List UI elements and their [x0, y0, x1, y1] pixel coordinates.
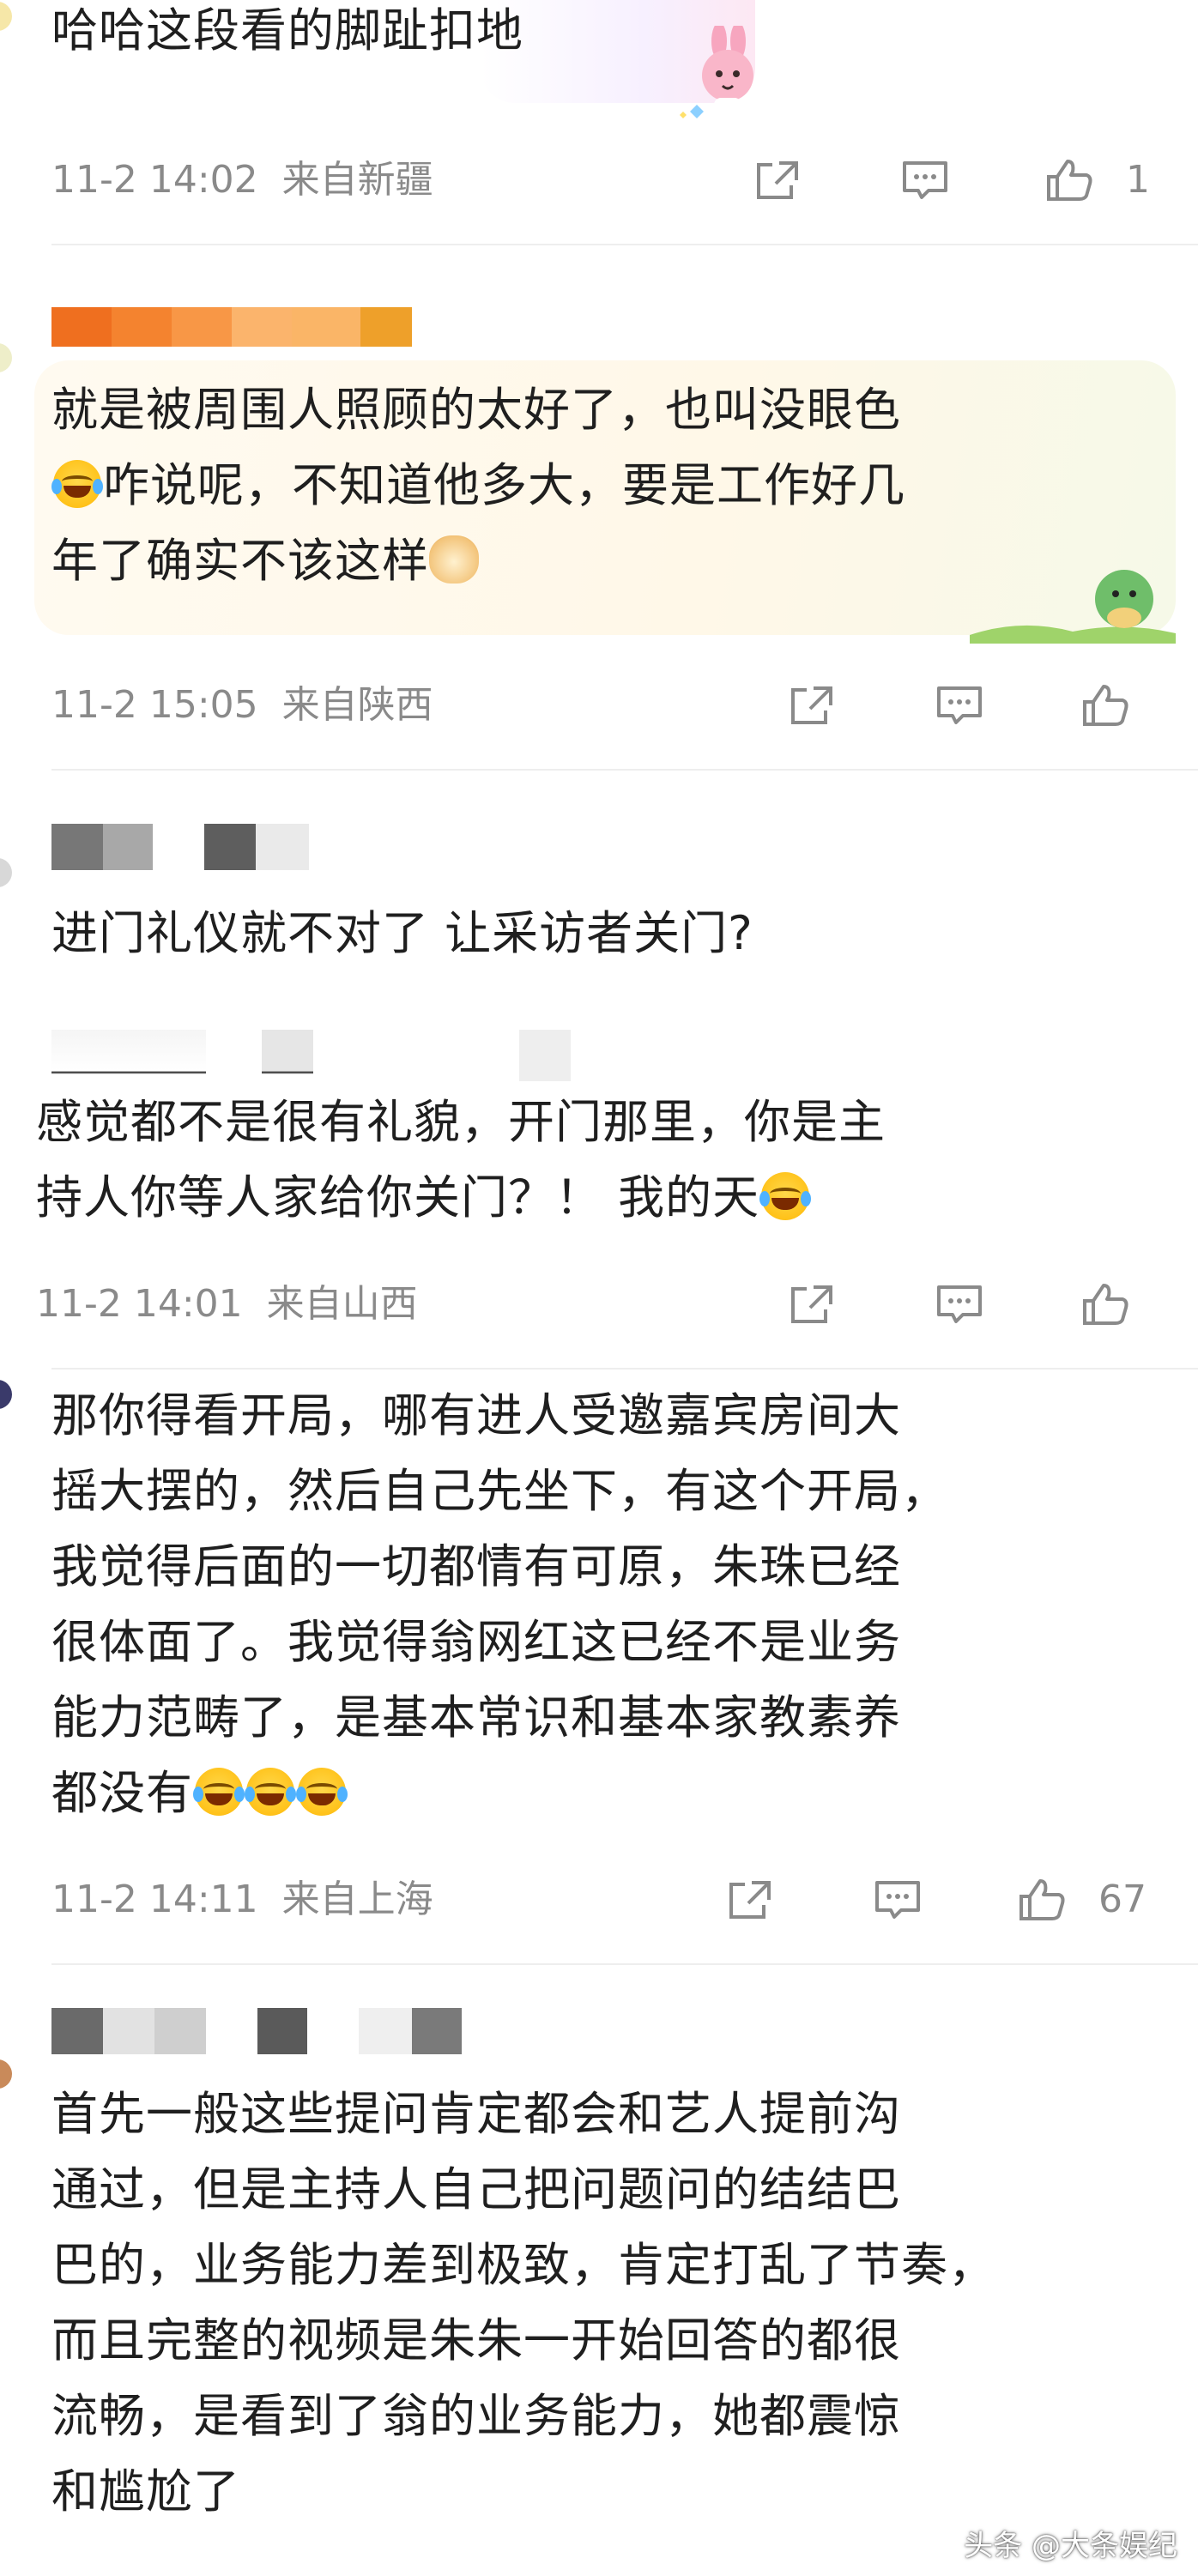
avatar[interactable] [0, 1380, 12, 1409]
comment-meta: 11-2 15:05 来自陕西 [51, 680, 1159, 731]
like-count: 1 [1126, 158, 1150, 202]
reply-username-redacted [51, 1030, 635, 1081]
comment-meta: 11-2 14:11 来自上海 67 [51, 1874, 1159, 1926]
like-icon[interactable] [1018, 1878, 1066, 1922]
comment-icon[interactable] [935, 1282, 983, 1327]
laugh-cry-emoji-icon [296, 1768, 348, 1816]
comment-text: 那你得看开局，哪有进人受邀嘉宾房间大 摇大摆的，然后自己先坐下，有这个开局， 我… [51, 1378, 1159, 1831]
comment-icon[interactable] [901, 158, 949, 203]
share-icon[interactable] [788, 683, 836, 728]
share-icon[interactable] [753, 158, 802, 203]
comment-meta: 11-2 14:02 来自新疆 1 [51, 154, 1159, 206]
laugh-cry-emoji-icon [759, 1172, 812, 1220]
like-icon[interactable] [1045, 158, 1093, 203]
comment-text-line: 流畅，是看到了翁的业务能力，她都震惊 [51, 2389, 901, 2443]
comment-text-line: 通过，但是主持人自己把问题问的结结巴 [51, 2162, 901, 2216]
comment-location: 来自山西 [266, 1282, 418, 1326]
divider [51, 769, 1198, 771]
comment-text: 哈哈这段看的脚趾扣地 [51, 3, 523, 57]
comment-text-line: 能力范畴了，是基本常识和基本家教素养 [51, 1690, 901, 1745]
doge-emoji-icon [429, 535, 479, 584]
avatar[interactable] [0, 343, 12, 372]
laugh-cry-emoji-icon [245, 1768, 296, 1816]
comment-text-line: 我觉得后面的一切都情有可原，朱珠已经 [51, 1539, 901, 1593]
comment-text: 进门礼仪就不对了 让采访者关门? [51, 906, 753, 960]
laugh-cry-emoji-icon [193, 1768, 245, 1816]
comment-location: 来自陕西 [281, 683, 433, 727]
avatar[interactable] [0, 2059, 12, 2089]
comment-text-line: 就是被周围人照顾的太好了，也叫没眼色 [51, 383, 901, 437]
like-count: 67 [1098, 1878, 1147, 1921]
comment-text-line: 咋说呢，不知道他多大，要是工作好几 [51, 448, 1159, 523]
reply-text: 感觉都不是很有礼貌，开门那里，你是主 持人你等人家给你关门？！ 我的天 [36, 1085, 1143, 1236]
username-redacted [51, 824, 309, 870]
comment-icon[interactable] [935, 683, 983, 728]
comment-text-line: 摇大摆的，然后自己先坐下，有这个开局， [51, 1464, 948, 1518]
comment-text-line: 年了确实不该这样 [51, 523, 1159, 599]
share-icon[interactable] [788, 1282, 836, 1327]
comment-icon[interactable] [874, 1878, 922, 1922]
reply-text-line: 持人你等人家给你关门？！ 我的天 [36, 1160, 1143, 1236]
comment-time: 11-2 14:02 来自新疆 [51, 158, 433, 202]
comment-location: 来自上海 [281, 1878, 433, 1921]
comment-text-line: 很体面了。我觉得翁网红这已经不是业务 [51, 1615, 901, 1669]
like-icon[interactable] [1081, 1282, 1129, 1327]
comment-time: 11-2 15:05 来自陕西 [51, 683, 433, 727]
avatar[interactable] [0, 2, 12, 31]
comment-text-line: 首先一般这些提问肯定都会和艺人提前沟 [51, 2087, 901, 2141]
divider [51, 244, 1198, 245]
comment-text-line: 那你得看开局，哪有进人受邀嘉宾房间大 [51, 1388, 901, 1442]
comment-text-line: 巴的，业务能力差到极致，肯定打乱了节奏， [51, 2238, 995, 2292]
share-icon[interactable] [726, 1878, 774, 1922]
comment-text: 首先一般这些提问肯定都会和艺人提前沟 通过，但是主持人自己把问题问的结结巴 巴的… [51, 2077, 1159, 2530]
divider [51, 1963, 1198, 1965]
laugh-cry-emoji-icon [51, 460, 103, 508]
divider [51, 1368, 1198, 1370]
comment-text-line: 和尴尬了 [51, 2464, 240, 2519]
comment-time: 11-2 14:01 来自山西 [36, 1282, 418, 1326]
watermark: 头条 @大条娱纪 [964, 2529, 1177, 2563]
comment-text: 就是被周围人照顾的太好了，也叫没眼色 咋说呢，不知道他多大，要是工作好几 年了确… [51, 372, 1159, 599]
comment-meta: 11-2 14:01 来自山西 [36, 1279, 1143, 1330]
comment-time: 11-2 14:11 来自上海 [51, 1878, 433, 1921]
avatar[interactable] [0, 858, 12, 887]
comment-text-line: 都没有 [51, 1756, 1159, 1831]
username-redacted [51, 307, 412, 347]
username-redacted [51, 2008, 566, 2054]
reply-text-line: 感觉都不是很有礼貌，开门那里，你是主 [36, 1095, 886, 1149]
comment-text-line: 而且完整的视频是朱朱一开始回答的都很 [51, 2313, 901, 2367]
comment-location: 来自新疆 [281, 158, 433, 202]
like-icon[interactable] [1081, 683, 1129, 728]
